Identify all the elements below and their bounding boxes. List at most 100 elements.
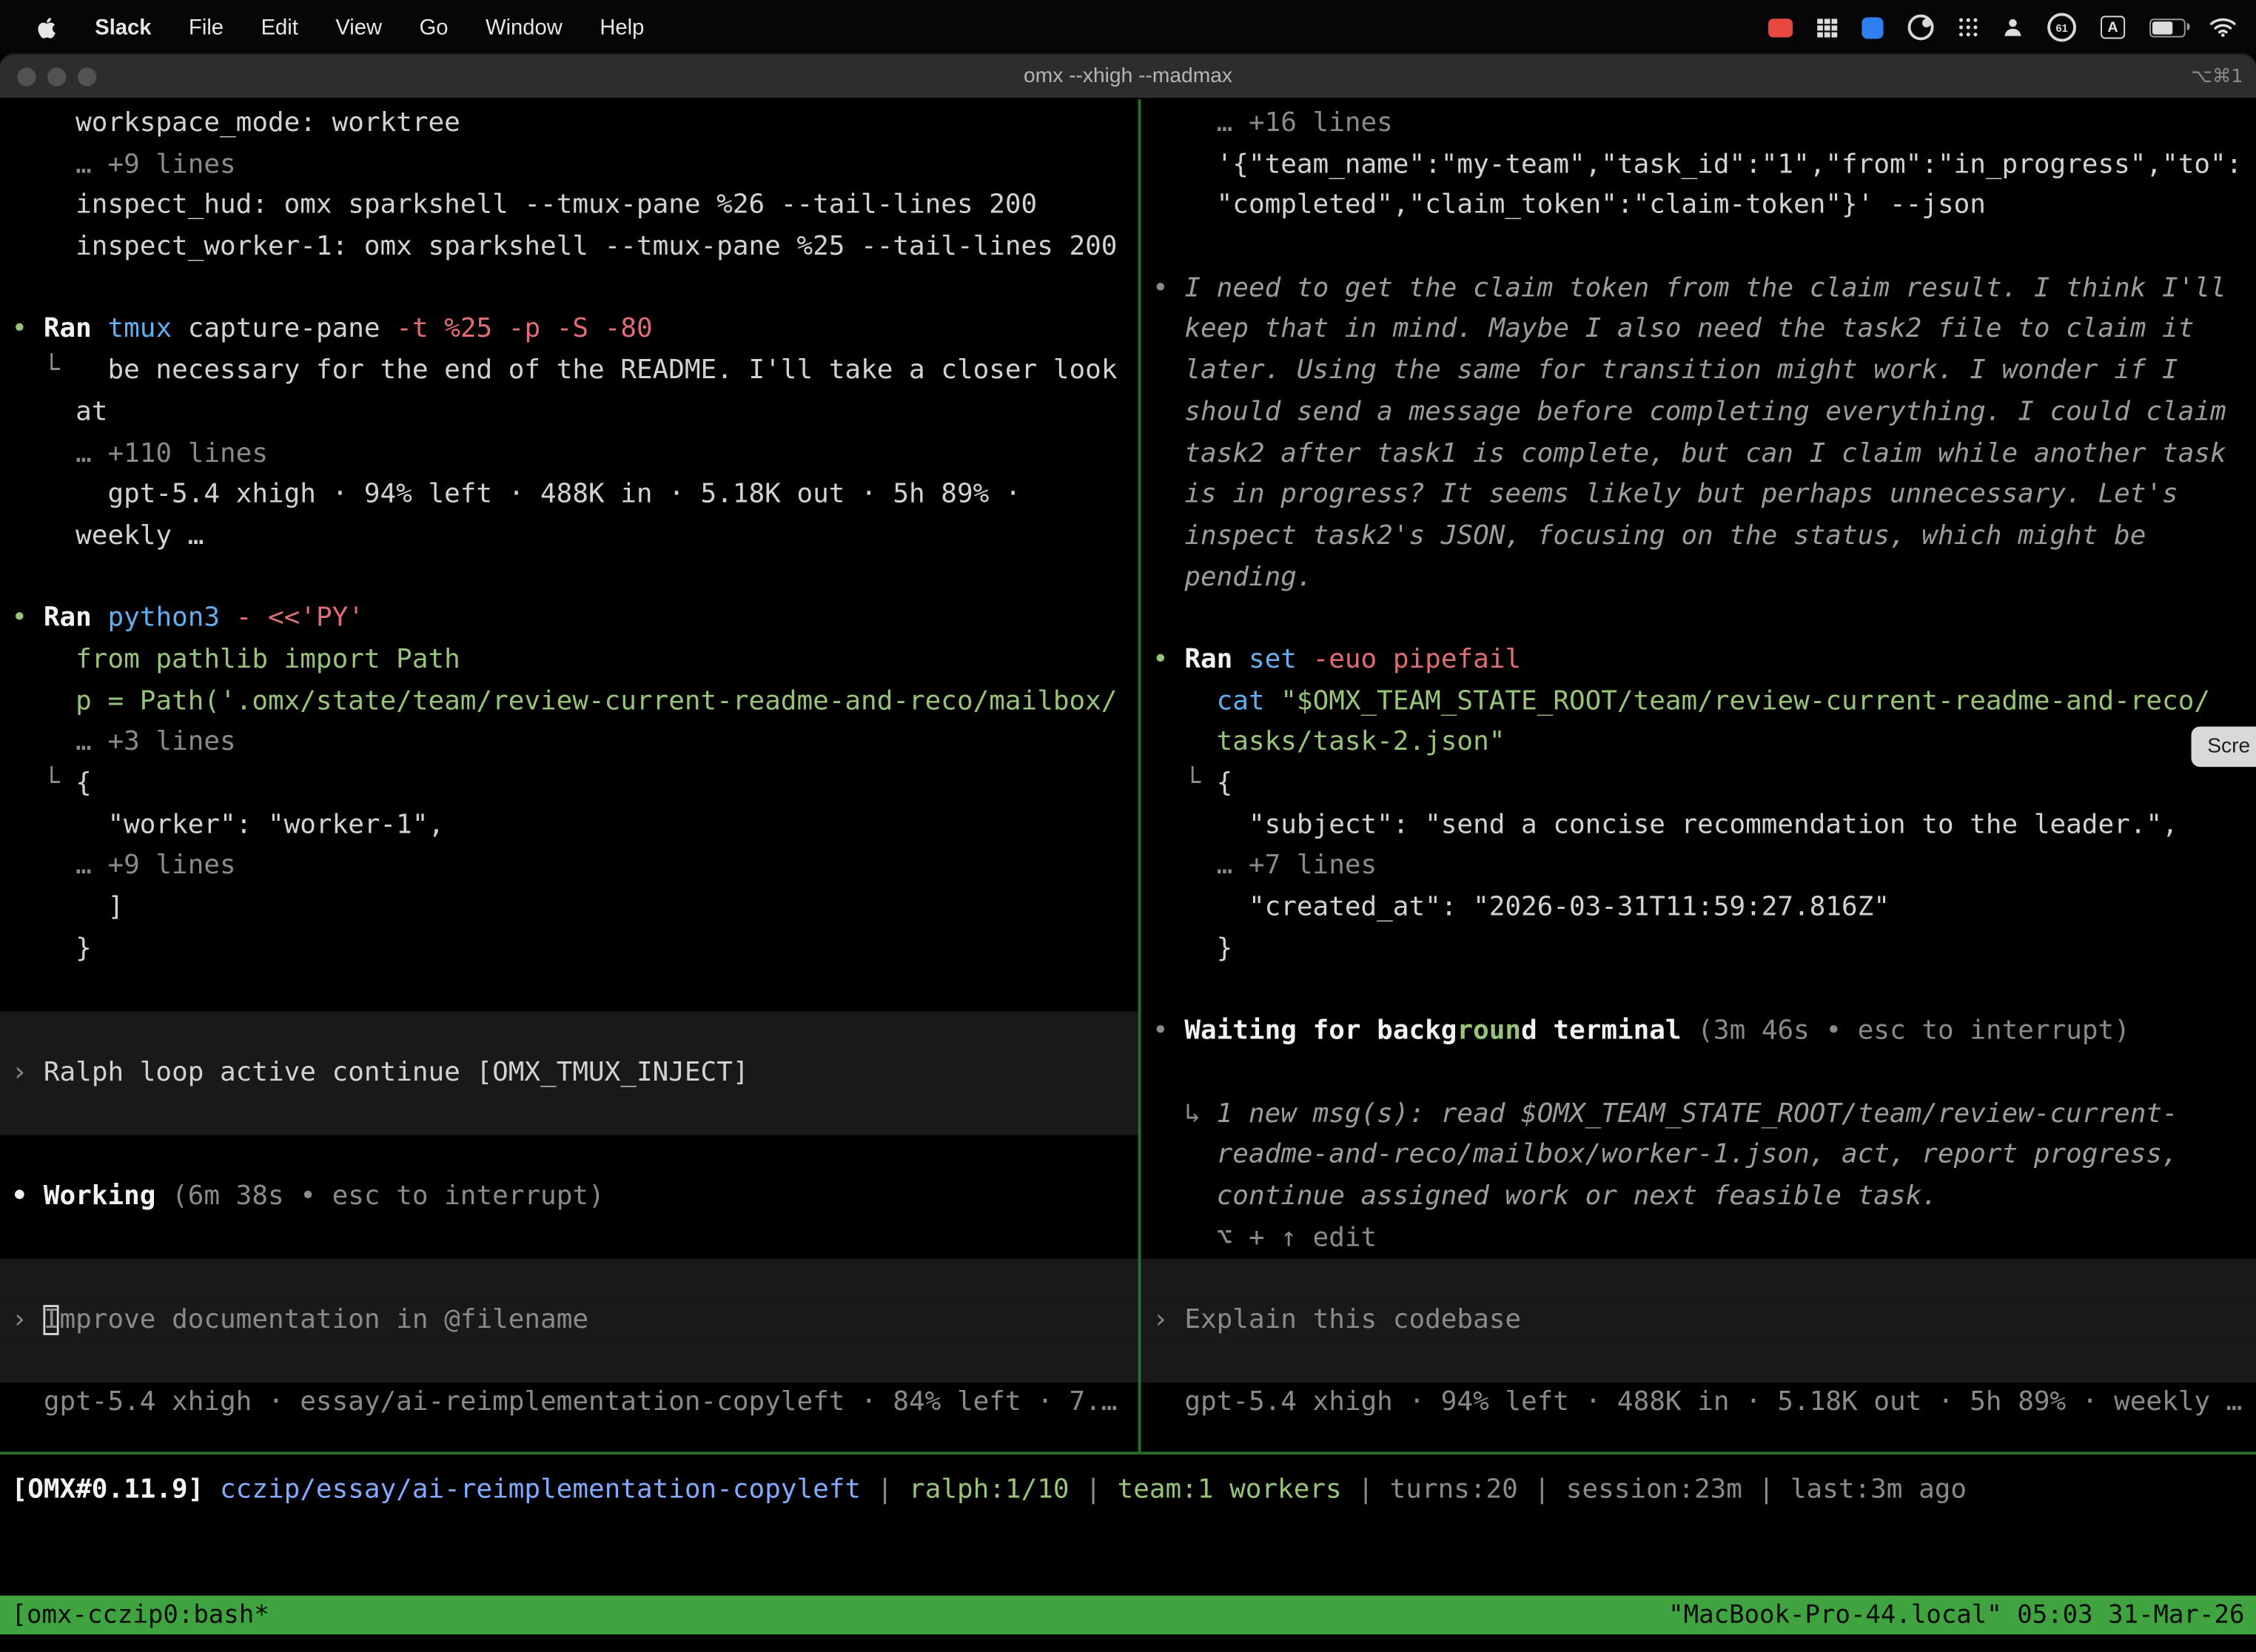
terminal-line	[12, 970, 1127, 1012]
battery-icon[interactable]	[2149, 18, 2186, 36]
terminal-window: omx --xhigh --madmax ⌥⌘1 workspace_mode:…	[0, 55, 2256, 1652]
terminal-line: tasks/task-2.json"	[1152, 722, 2244, 764]
eclipse-dot	[1922, 19, 1931, 27]
tmux-host-clock: "MacBook-Pro-44.local" 05:03 31-Mar-26	[1668, 1601, 2244, 1630]
screen-tooltip: Scre	[2192, 727, 2256, 767]
terminal-line: └ be necessary for the end of the README…	[12, 352, 1127, 393]
menu-view[interactable]: View	[317, 0, 400, 55]
terminal-line: • Waiting for background terminal (3m 46…	[1152, 1012, 2244, 1053]
terminal-pane-left[interactable]: workspace_mode: worktree … +9 lines insp…	[0, 99, 1138, 1451]
terminal-line: … +16 lines	[1152, 104, 2244, 145]
terminal-line	[1152, 970, 2244, 1012]
terminal-line: from pathlib import Path	[12, 640, 1127, 682]
tmux-status-bar: [omx-cczip0:bash* "MacBook-Pro-44.local"…	[0, 1596, 2256, 1634]
composer-line[interactable]	[1141, 1259, 2256, 1300]
menu-help[interactable]: Help	[581, 0, 663, 55]
eclipse-icon[interactable]	[1908, 14, 1934, 40]
terminal-line	[12, 557, 1127, 599]
terminal-line	[12, 1218, 1127, 1260]
screen: Slack File Edit View Go Window Help	[0, 0, 2256, 1652]
composer-line[interactable]	[1141, 1342, 2256, 1383]
window-title: omx --xhigh --madmax	[0, 64, 2256, 87]
composer-line[interactable]: › Explain this codebase	[1141, 1300, 2256, 1342]
composer-line[interactable]: › Ralph loop active continue [OMX_TMUX_I…	[0, 1053, 1138, 1095]
terminal-line: "subject": "send a concise recommendatio…	[1152, 805, 2244, 847]
zoom-button[interactable]	[78, 67, 96, 85]
terminal-line: inspect_worker-1: omx sparkshell --tmux-…	[12, 227, 1127, 269]
terminal-line: … +9 lines	[12, 145, 1127, 187]
terminal-line: cat "$OMX_TEAM_STATE_ROOT/team/review-cu…	[1152, 682, 2244, 723]
terminal-line: … +110 lines	[12, 434, 1127, 475]
terminal-line: … +9 lines	[12, 847, 1127, 888]
terminal-line: "worker": "worker-1",	[12, 805, 1127, 847]
terminal-line: "created_at": "2026-03-31T11:59:27.816Z"	[1152, 887, 2244, 929]
terminal-line: gpt-5.4 xhigh · essay/ai-reimplementatio…	[12, 1383, 1127, 1425]
terminal-line	[1152, 1053, 2244, 1095]
terminal-line: gpt-5.4 xhigh · 94% left · 488K in · 5.1…	[12, 475, 1127, 517]
terminal-line: inspect task2's JSON, focusing on the st…	[1152, 517, 2244, 558]
menu-file[interactable]: File	[170, 0, 243, 55]
terminal-line: … +7 lines	[1152, 847, 2244, 888]
battery-ring-value: 61	[2055, 21, 2067, 33]
input-source-letter: A	[2108, 19, 2118, 35]
composer-line[interactable]	[0, 1012, 1138, 1053]
terminal-line: later. Using the same for transition mig…	[1152, 352, 2244, 393]
menu-go[interactable]: Go	[400, 0, 466, 55]
terminal-line	[1152, 599, 2244, 640]
menu-window[interactable]: Window	[467, 0, 581, 55]
grid-icon[interactable]	[1817, 18, 1837, 36]
terminal-line: • Ran python3 - <<'PY'	[12, 599, 1127, 640]
composer-line[interactable]	[0, 1342, 1138, 1383]
terminal-line: p = Path('.omx/state/team/review-current…	[12, 682, 1127, 723]
terminal-line: is in progress? It seems likely but perh…	[1152, 475, 2244, 517]
terminal-line: inspect_hud: omx sparkshell --tmux-pane …	[12, 186, 1127, 227]
battery-fill	[2152, 21, 2172, 33]
terminal-line	[1152, 227, 2244, 269]
terminal-line: readme-and-reco/mailbox/worker-1.json, a…	[1152, 1135, 2244, 1177]
terminal-line: pending.	[1152, 557, 2244, 599]
close-button[interactable]	[17, 67, 36, 85]
macos-menu-bar: Slack File Edit View Go Window Help	[0, 0, 2256, 55]
person-icon[interactable]	[2003, 17, 2023, 37]
terminal-line: "completed","claim_token":"claim-token"}…	[1152, 186, 2244, 227]
terminal-line: workspace_mode: worktree	[12, 104, 1127, 145]
terminal-pane-right[interactable]: … +16 lines '{"team_name":"my-team","tas…	[1141, 99, 2256, 1451]
terminal-line: • I need to get the claim token from the…	[1152, 269, 2244, 310]
window-controls	[0, 67, 96, 85]
terminal-line: • Ran set -euo pipefail	[1152, 640, 2244, 682]
battery-ring-icon[interactable]: 61	[2047, 13, 2076, 41]
terminal-line	[12, 269, 1127, 310]
menu-left: Slack File Edit View Go Window Help	[0, 0, 663, 55]
terminal-line: └ {	[1152, 764, 2244, 805]
terminal-line: task2 after task1 is complete, but can I…	[1152, 434, 2244, 475]
minimize-button[interactable]	[47, 67, 66, 85]
terminal-line: keep that in mind. Maybe I also need the…	[1152, 310, 2244, 352]
terminal-content: workspace_mode: worktree … +9 lines insp…	[0, 99, 2256, 1651]
input-source-icon[interactable]: A	[2101, 16, 2125, 38]
terminal-line: ↳ 1 new msg(s): read $OMX_TEAM_STATE_ROO…	[1152, 1094, 2244, 1135]
blue-app-icon[interactable]	[1861, 16, 1883, 38]
screen-record-icon[interactable]	[1768, 18, 1793, 36]
terminal-line: ⌥ + ↑ edit	[1152, 1218, 2244, 1260]
composer-line[interactable]	[0, 1094, 1138, 1135]
composer-line[interactable]: › Improve documentation in @filename	[0, 1300, 1138, 1342]
terminal-line: gpt-5.4 xhigh · 94% left · 488K in · 5.1…	[1152, 1383, 2244, 1425]
tmux-session-label: [omx-cczip0:bash*	[12, 1601, 269, 1630]
menu-status-icons: 61 A	[1768, 13, 2256, 41]
apple-menu-icon[interactable]	[17, 0, 76, 55]
menu-edit[interactable]: Edit	[242, 0, 317, 55]
terminal-line: └ {	[12, 764, 1127, 805]
terminal-line	[12, 1135, 1127, 1177]
wifi-icon[interactable]	[2210, 17, 2236, 37]
composer-line[interactable]	[0, 1259, 1138, 1300]
terminal-line: • Ran tmux capture-pane -t %25 -p -S -80	[12, 310, 1127, 352]
dots-grid-icon[interactable]	[1958, 17, 1978, 37]
terminal-line: '{"team_name":"my-team","task_id":"1","f…	[1152, 145, 2244, 187]
window-titlebar[interactable]: omx --xhigh --madmax ⌥⌘1	[0, 55, 2256, 99]
menu-app-name[interactable]: Slack	[76, 0, 170, 55]
terminal-line: weekly …	[12, 517, 1127, 558]
terminal-line: • Working (6m 38s • esc to interrupt)	[12, 1177, 1127, 1218]
terminal-line: at	[12, 392, 1127, 434]
pane-divider-horizontal	[0, 1451, 2256, 1454]
terminal-line: ]	[12, 887, 1127, 929]
